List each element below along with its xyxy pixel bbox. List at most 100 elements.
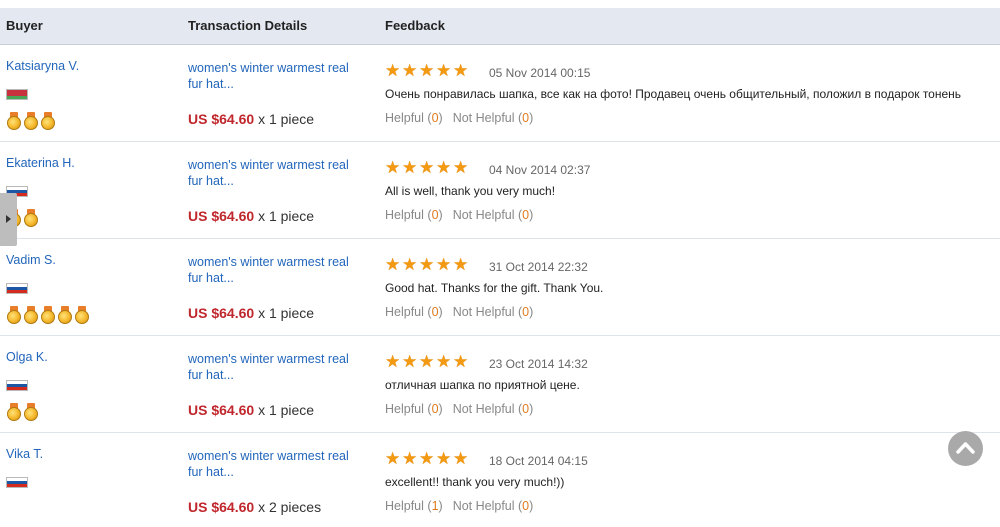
helpful-button[interactable]: Helpful (0) <box>385 402 443 416</box>
product-link[interactable]: women's winter warmest real fur hat... <box>188 351 363 383</box>
buyer-name-link[interactable]: Ekaterina H. <box>6 156 75 170</box>
helpful-count: 0 <box>431 111 439 125</box>
star-icon: ★ <box>453 449 469 468</box>
feedback-date: 31 Oct 2014 22:32 <box>489 260 588 274</box>
order-price: US $64.60 x 1 piece <box>188 402 314 418</box>
star-icon: ★ <box>419 352 435 371</box>
star-icon: ★ <box>385 449 401 468</box>
flag-band <box>7 483 27 487</box>
star-icon: ★ <box>453 255 469 274</box>
star-icon: ★ <box>402 255 418 274</box>
not-helpful-button[interactable]: Not Helpful (0) <box>453 208 534 222</box>
medal-icon <box>6 403 22 421</box>
not-helpful-button[interactable]: Not Helpful (0) <box>453 499 534 513</box>
order-quantity: x 1 piece <box>258 208 315 224</box>
medal-icon <box>23 403 39 421</box>
buyer-name-link[interactable]: Vadim S. <box>6 253 56 267</box>
helpful-label: Helpful <box>385 305 424 319</box>
chevron-up-icon <box>956 442 975 454</box>
medal-icon <box>6 306 22 324</box>
table-row: Olga K. women's winter warmest real fur … <box>0 336 1000 433</box>
star-icon: ★ <box>402 61 418 80</box>
price-amount: US $64.60 <box>188 402 255 418</box>
country-flag-icon <box>6 89 28 100</box>
product-link[interactable]: women's winter warmest real fur hat... <box>188 60 363 92</box>
feedback-comment: отличная шапка по приятной цене. <box>385 378 580 392</box>
order-quantity: x 1 piece <box>258 402 315 418</box>
order-price: US $64.60 x 1 piece <box>188 208 314 224</box>
star-icon: ★ <box>402 158 418 177</box>
order-price: US $64.60 x 1 piece <box>188 111 314 127</box>
product-link[interactable]: women's winter warmest real fur hat... <box>188 157 363 189</box>
medal-icon <box>23 209 39 227</box>
not-helpful-count: 0 <box>522 402 530 416</box>
helpful-label: Helpful <box>385 111 424 125</box>
not-helpful-button[interactable]: Not Helpful (0) <box>453 402 534 416</box>
star-icon: ★ <box>385 61 401 80</box>
country-flag-icon <box>6 283 28 294</box>
helpful-button[interactable]: Helpful (0) <box>385 111 443 125</box>
star-icon: ★ <box>419 158 435 177</box>
helpful-count: 1 <box>431 499 439 513</box>
not-helpful-label: Not Helpful <box>452 402 515 416</box>
order-price: US $64.60 x 2 pieces <box>188 499 321 515</box>
country-flag-icon <box>6 380 28 391</box>
price-amount: US $64.60 <box>188 208 255 224</box>
order-quantity: x 1 piece <box>258 305 315 321</box>
star-icon: ★ <box>453 158 469 177</box>
star-icon: ★ <box>436 158 452 177</box>
buyer-name-link[interactable]: Olga K. <box>6 350 48 364</box>
feedback-comment: Good hat. Thanks for the gift. Thank You… <box>385 281 604 295</box>
medal-icon <box>74 306 90 324</box>
star-rating: ★ ★ ★ ★ ★ <box>385 449 470 468</box>
scroll-to-top-button[interactable] <box>948 431 983 466</box>
feedback-comment: Очень понравилась шапка, все как на фото… <box>385 87 962 101</box>
country-flag-icon <box>6 477 28 488</box>
star-icon: ★ <box>385 158 401 177</box>
helpful-button[interactable]: Helpful (0) <box>385 305 443 319</box>
product-link[interactable]: women's winter warmest real fur hat... <box>188 448 363 480</box>
feedback-date: 04 Nov 2014 02:37 <box>489 163 591 177</box>
not-helpful-count: 0 <box>522 305 530 319</box>
not-helpful-count: 0 <box>522 208 530 222</box>
order-quantity: x 1 piece <box>258 111 315 127</box>
not-helpful-button[interactable]: Not Helpful (0) <box>453 305 534 319</box>
medal-icon <box>23 112 39 130</box>
not-helpful-button[interactable]: Not Helpful (0) <box>453 111 534 125</box>
feedback-date: 23 Oct 2014 14:32 <box>489 357 588 371</box>
buyer-name-link[interactable]: Katsiaryna V. <box>6 59 79 73</box>
star-icon: ★ <box>453 352 469 371</box>
not-helpful-count: 0 <box>522 499 530 513</box>
table-row: Katsiaryna V. women's winter warmest rea… <box>0 45 1000 142</box>
helpful-button[interactable]: Helpful (1) <box>385 499 443 513</box>
helpful-votes: Helpful (0) Not Helpful (0) <box>385 402 533 416</box>
star-icon: ★ <box>453 61 469 80</box>
star-icon: ★ <box>419 255 435 274</box>
feedback-date: 18 Oct 2014 04:15 <box>489 454 588 468</box>
helpful-button[interactable]: Helpful (0) <box>385 208 443 222</box>
helpful-label: Helpful <box>385 499 424 513</box>
star-icon: ★ <box>436 255 452 274</box>
feedback-comment: excellent!! thank you very much!)) <box>385 475 565 489</box>
buyer-name-link[interactable]: Vika T. <box>6 447 43 461</box>
medal-icon <box>40 112 56 130</box>
helpful-count: 0 <box>431 402 439 416</box>
helpful-label: Helpful <box>385 208 424 222</box>
flag-band <box>7 289 27 293</box>
side-expand-tab[interactable] <box>0 193 17 246</box>
helpful-votes: Helpful (1) Not Helpful (0) <box>385 499 533 513</box>
feedback-date: 05 Nov 2014 00:15 <box>489 66 591 80</box>
header-buyer: Buyer <box>6 18 43 33</box>
star-icon: ★ <box>385 255 401 274</box>
order-quantity: x 2 pieces <box>258 499 322 515</box>
flag-band <box>7 386 27 390</box>
star-icon: ★ <box>402 352 418 371</box>
not-helpful-label: Not Helpful <box>452 305 515 319</box>
star-rating: ★ ★ ★ ★ ★ <box>385 158 470 177</box>
buyer-medals <box>6 306 90 324</box>
medal-icon <box>6 112 22 130</box>
star-icon: ★ <box>436 61 452 80</box>
table-row: Ekaterina H. women's winter warmest real… <box>0 142 1000 239</box>
product-link[interactable]: women's winter warmest real fur hat... <box>188 254 363 286</box>
star-icon: ★ <box>436 449 452 468</box>
